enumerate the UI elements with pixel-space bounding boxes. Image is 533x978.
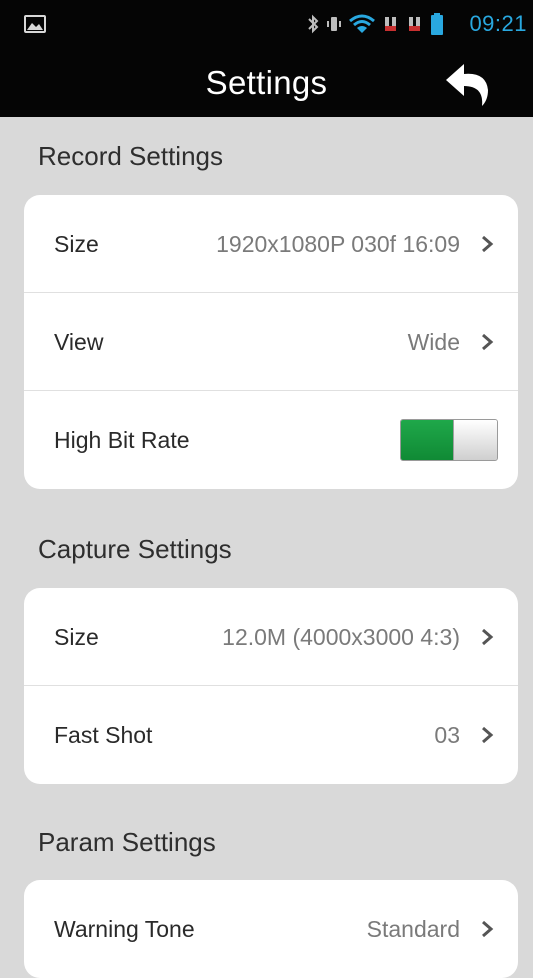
capture-settings-heading: Capture Settings: [38, 534, 232, 564]
param-settings-heading: Param Settings: [38, 827, 216, 857]
row-label: Size: [54, 231, 99, 257]
row-value: 12.0M (4000x3000 4:3): [222, 624, 460, 650]
row-label: Warning Tone: [54, 916, 195, 942]
bluetooth-icon: [307, 14, 319, 34]
chevron-right-icon: [482, 235, 494, 253]
high-bit-rate-toggle[interactable]: [400, 419, 498, 461]
high-bit-rate-row: High Bit Rate: [24, 391, 518, 489]
row-value: Wide: [407, 329, 460, 355]
toggle-knob: [453, 420, 497, 460]
param-settings-card: Warning Tone Standard: [24, 880, 518, 978]
record-view-row[interactable]: View Wide: [24, 293, 518, 391]
vibrate-icon: [327, 15, 341, 33]
signal-icon: [407, 14, 423, 34]
row-label: High Bit Rate: [54, 427, 190, 453]
row-value: 1920x1080P 030f 16:09: [216, 231, 460, 257]
capture-settings-card: Size 12.0M (4000x3000 4:3) Fast Shot 03: [24, 588, 518, 784]
back-arrow-icon: [446, 64, 488, 106]
row-label: Fast Shot: [54, 722, 153, 748]
row-label: Size: [54, 624, 99, 650]
fast-shot-row[interactable]: Fast Shot 03: [24, 686, 518, 784]
title-bar: 09:21 Settings: [0, 0, 533, 117]
status-clock: 09:21: [469, 11, 527, 36]
record-settings-card: Size 1920x1080P 030f 16:09 View Wide Hig…: [24, 195, 518, 489]
chevron-right-icon: [482, 726, 494, 744]
row-value: 03: [434, 722, 460, 748]
chevron-right-icon: [482, 333, 494, 351]
wifi-icon: [349, 14, 375, 34]
row-value: Standard: [366, 916, 460, 942]
row-label: View: [54, 329, 104, 355]
status-icons: [307, 12, 443, 36]
battery-icon: [431, 13, 443, 35]
record-size-row[interactable]: Size 1920x1080P 030f 16:09: [24, 195, 518, 293]
gallery-icon: [24, 15, 46, 33]
back-button[interactable]: [440, 60, 496, 108]
warning-tone-row[interactable]: Warning Tone Standard: [24, 880, 518, 978]
signal-icon: [383, 14, 399, 34]
status-bar: 09:21: [0, 0, 533, 48]
toggle-on-fill: [401, 420, 453, 460]
chevron-right-icon: [482, 628, 494, 646]
chevron-right-icon: [482, 920, 494, 938]
capture-size-row[interactable]: Size 12.0M (4000x3000 4:3): [24, 588, 518, 686]
record-settings-heading: Record Settings: [38, 141, 223, 171]
